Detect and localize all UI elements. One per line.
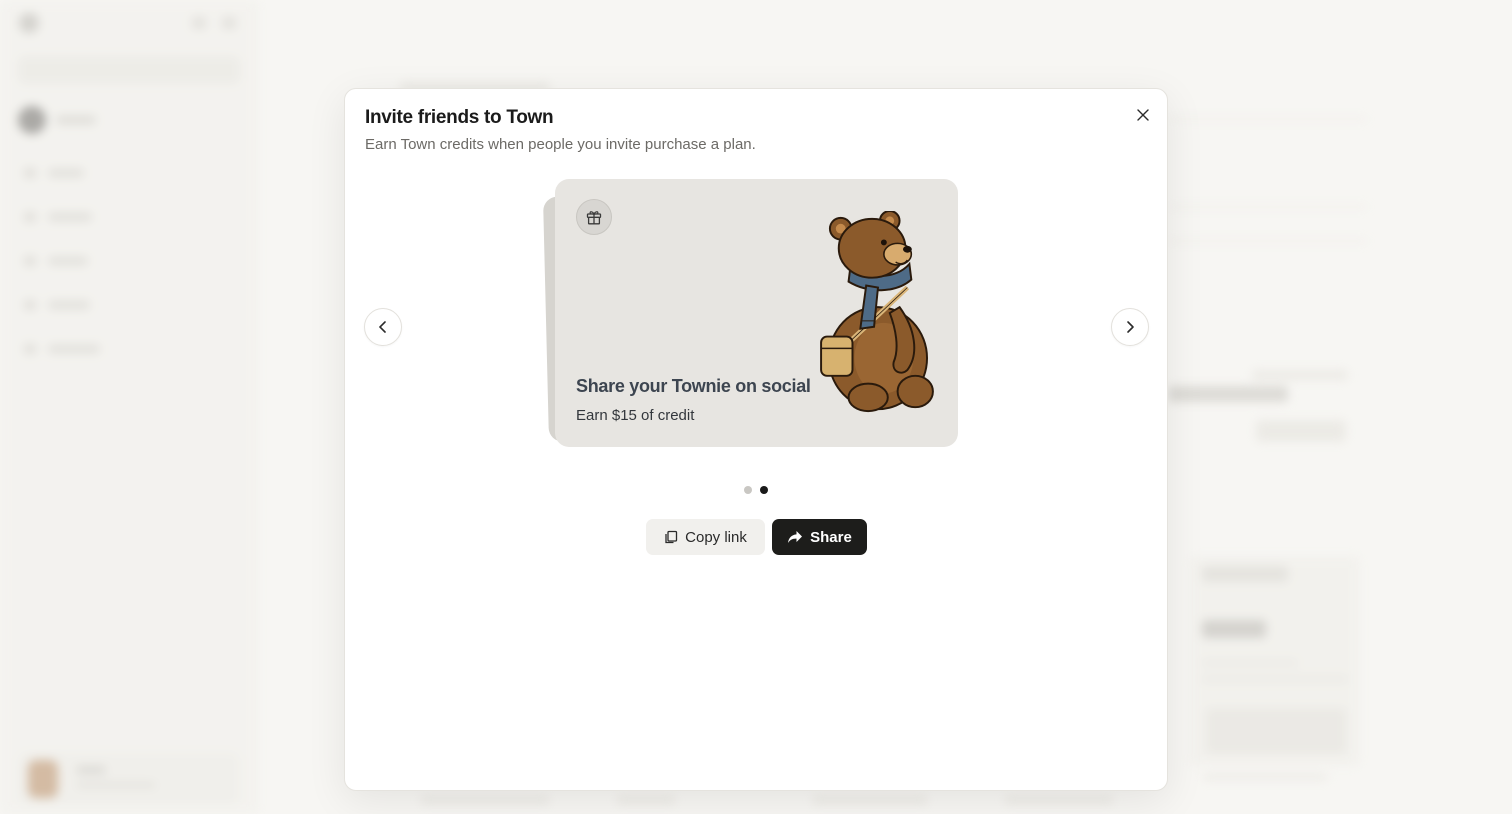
divider [1168,118,1368,120]
sidebar-control [222,17,236,29]
panel-text [1202,676,1348,682]
gift-icon [586,211,602,225]
panel-title [1202,566,1288,582]
bear-illustration [820,211,934,413]
divider [1168,240,1368,242]
label [1252,370,1348,380]
card-title: Share your Townie on social [576,376,811,396]
gift-badge [576,199,612,235]
carousel-next-button[interactable] [1111,308,1149,346]
sidebar-control [192,17,206,29]
modal-subtitle: Earn Town credits when people you invite… [365,136,756,153]
app-logo [19,13,39,33]
sidebar [0,0,258,814]
panel-value [1202,620,1266,638]
user-profile [18,752,240,806]
chevron-right-icon [1127,321,1134,333]
table-cell [812,796,928,804]
progress-bar [1168,386,1288,402]
close-button[interactable] [1132,104,1154,126]
carousel-pagination [744,486,768,494]
copy-link-button[interactable]: Copy link [646,519,765,555]
chevron-left-icon [379,321,386,333]
carousel-prev-button[interactable] [364,308,402,346]
panel-text [1202,774,1328,780]
share-label: Share [810,528,852,546]
invite-modal: Invite friends to Town Earn Town credits… [344,88,1168,791]
copy-link-label: Copy link [685,528,747,546]
pagination-dot-active[interactable] [760,486,768,494]
divider [1168,206,1368,208]
button [1256,420,1346,442]
close-icon [1137,109,1149,121]
share-button[interactable]: Share [772,519,867,555]
table-cell [616,796,676,804]
workspace-switcher [18,106,240,136]
reward-card: Share your Townie on social Earn $15 of … [555,179,958,447]
share-arrow-icon [788,531,803,543]
sidebar-search [18,56,240,84]
table-cell [1004,796,1114,804]
panel-card [1206,708,1346,754]
copy-icon [665,530,678,544]
table-cell [420,796,550,804]
modal-title: Invite friends to Town [365,107,554,128]
card-subtitle: Earn $15 of credit [576,407,695,424]
panel-text [1202,660,1298,666]
pagination-dot[interactable] [744,486,752,494]
